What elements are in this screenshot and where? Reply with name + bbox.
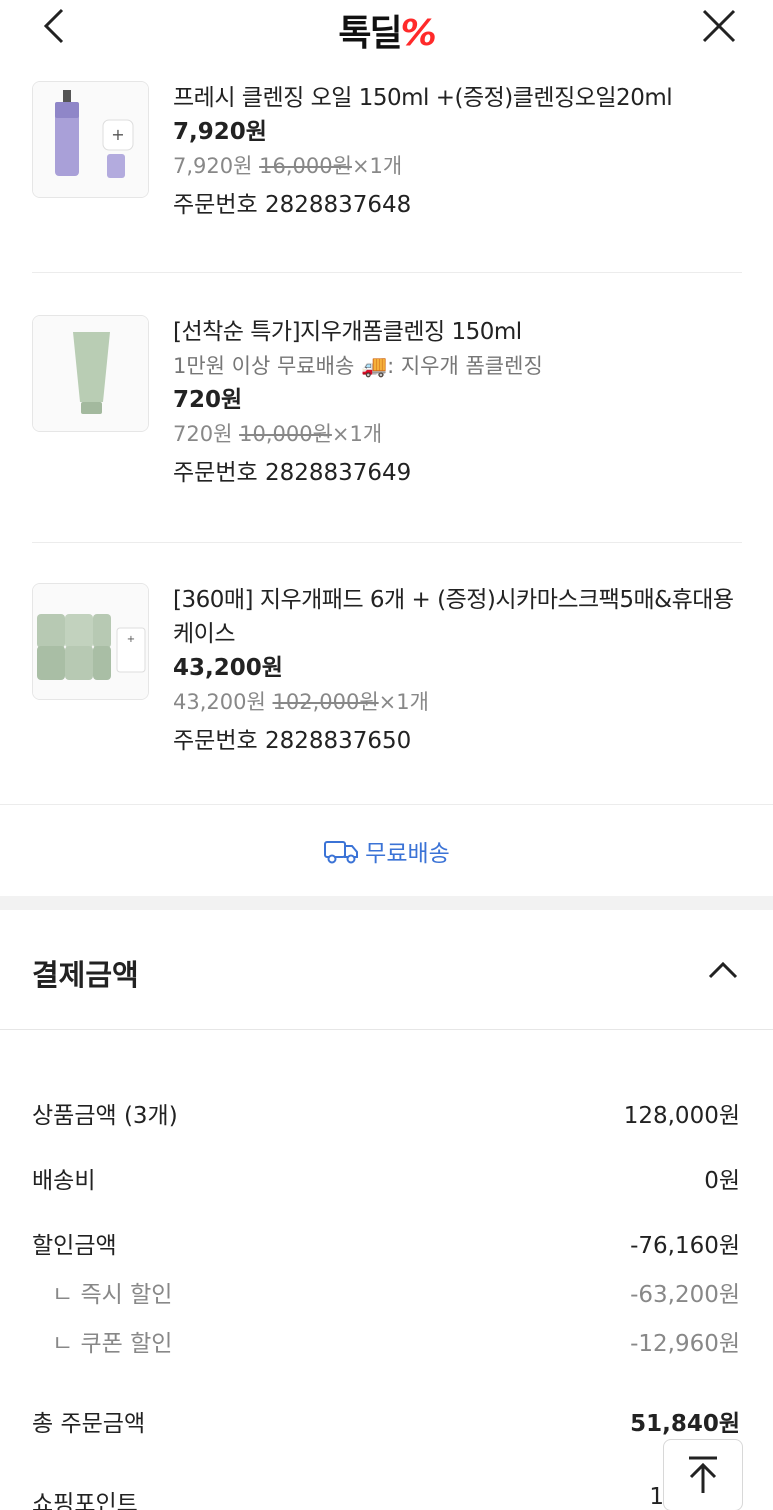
header: 톡딜% [0, 0, 773, 56]
section-gap [0, 896, 773, 910]
row-label: 배송비 [32, 1168, 96, 1194]
product-image [33, 316, 148, 431]
sale-price: 43,200원 [173, 690, 266, 714]
product-price: 43,200원 [173, 655, 283, 681]
divider [32, 542, 742, 543]
logo-percent-symbol: % [400, 13, 437, 54]
product-price: 7,920원 [173, 119, 267, 145]
payment-row-shopping-points: 쇼핑포인트 1 [32, 1484, 740, 1510]
price-detail: 7,920원 16,000원×1개 [173, 149, 742, 183]
payment-row-product-amount: 상품금액 (3개) 128,000원 [32, 1096, 740, 1130]
row-label: ㄴ 즉시 할인 [52, 1282, 173, 1308]
row-label: 총 주문금액 [32, 1411, 146, 1437]
row-value: -12,960원 [630, 1331, 740, 1357]
order-number: 주문번호 2828837650 [173, 728, 412, 754]
divider [32, 272, 742, 273]
original-price: 16,000원 [259, 154, 352, 178]
row-value: 128,000원 [623, 1103, 740, 1129]
quantity: ×1개 [378, 690, 429, 714]
chevron-up-icon [708, 961, 738, 979]
logo: 톡딜% [0, 4, 773, 56]
collapse-button[interactable] [701, 948, 745, 992]
product-image: + [33, 82, 148, 197]
truck-icon [324, 840, 359, 863]
scroll-to-top-button[interactable] [663, 1439, 743, 1510]
sale-price: 7,920원 [173, 154, 253, 178]
row-label: 할인금액 [32, 1233, 117, 1259]
promo-text: 1만원 이상 무료배송 🚚: 지우개 폼클렌징 [173, 354, 543, 378]
row-value: -76,160원 [630, 1233, 740, 1259]
product-name[interactable]: 프레시 클렌징 오일 150ml +(증정)클렌징오일20ml [173, 81, 742, 115]
free-shipping-banner: 무료배송 [0, 804, 773, 896]
payment-row-total: 총 주문금액 51,840원 [32, 1404, 740, 1438]
free-shipping-label: 무료배송 [365, 840, 450, 867]
close-icon [702, 9, 736, 43]
logo-text: 톡딜 [338, 13, 402, 54]
product-thumbnail[interactable]: + [32, 81, 149, 198]
payment-row-coupon-discount: ㄴ 쿠폰 할인 -12,960원 [32, 1324, 740, 1358]
price-detail: 720원 10,000원×1개 [173, 417, 742, 451]
product-thumbnail[interactable]: + [32, 583, 149, 700]
close-button[interactable] [697, 4, 741, 48]
order-item[interactable]: + [360매] 지우개패드 6개 + (증정)시카마스크팩5매&휴대용케이스 … [32, 583, 742, 773]
row-value: 51,840원 [630, 1411, 740, 1437]
row-label: ㄴ 쿠폰 할인 [52, 1331, 173, 1357]
arrow-up-icon [689, 1456, 717, 1493]
sale-price: 720원 [173, 422, 233, 446]
row-value: 1 [649, 1484, 664, 1510]
product-name[interactable]: [360매] 지우개패드 6개 + (증정)시카마스크팩5매&휴대용케이스 [173, 583, 742, 651]
product-image: + [33, 584, 148, 699]
svg-text:+: + [127, 634, 135, 645]
order-item[interactable]: + 프레시 클렌징 오일 150ml +(증정)클렌징오일20ml 7,920원… [32, 81, 742, 241]
payment-row-shipping-fee: 배송비 0원 [32, 1161, 740, 1195]
svg-text:+: + [111, 125, 124, 144]
original-price: 10,000원 [239, 422, 332, 446]
row-label: 상품금액 (3개) [32, 1103, 178, 1129]
payment-row-discount: 할인금액 -76,160원 [32, 1226, 740, 1260]
payment-section-header[interactable]: 결제금액 [0, 910, 773, 1030]
payment-title: 결제금액 [32, 958, 139, 992]
original-price: 102,000원 [272, 690, 379, 714]
payment-row-instant-discount: ㄴ 즉시 할인 -63,200원 [32, 1275, 740, 1309]
row-label: 쇼핑포인트 [32, 1491, 138, 1510]
price-detail: 43,200원 102,000원×1개 [173, 685, 742, 719]
row-value: 0원 [704, 1168, 740, 1194]
product-name[interactable]: [선착순 특가]지우개폼클렌징 150ml [173, 315, 742, 349]
quantity: ×1개 [351, 154, 403, 178]
product-thumbnail[interactable] [32, 315, 149, 432]
row-value: -63,200원 [630, 1282, 740, 1308]
order-number: 주문번호 2828837648 [173, 192, 412, 218]
order-number: 주문번호 2828837649 [173, 460, 412, 486]
product-price: 720원 [173, 387, 243, 413]
order-item[interactable]: [선착순 특가]지우개폼클렌징 150ml 1만원 이상 무료배송 🚚: 지우개… [32, 315, 742, 505]
quantity: ×1개 [331, 422, 383, 446]
